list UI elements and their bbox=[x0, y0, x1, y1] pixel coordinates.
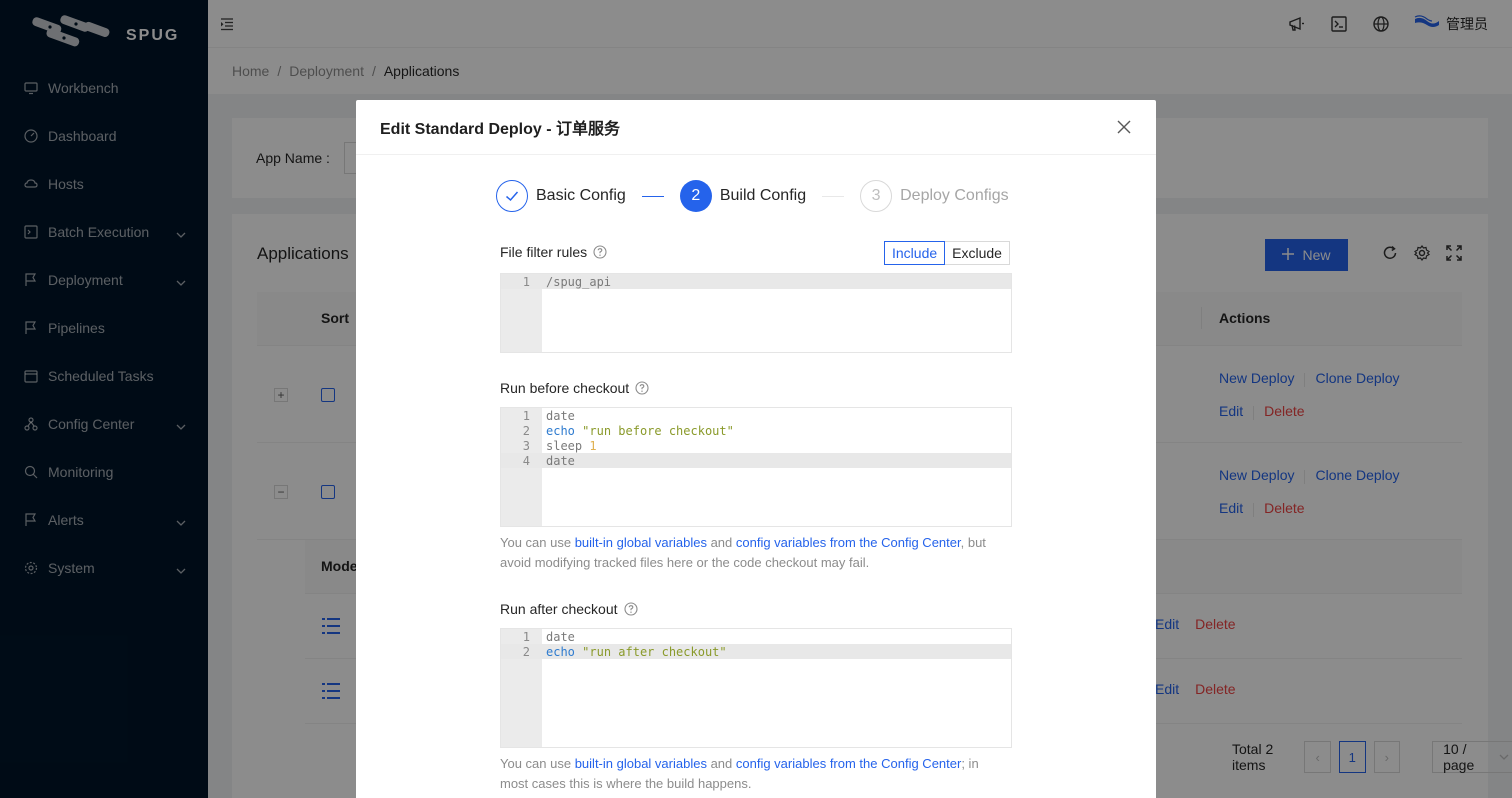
code-text: date bbox=[546, 408, 575, 423]
step-deploy-configs[interactable]: 3 Deploy Configs bbox=[860, 180, 1009, 212]
step-build-config[interactable]: 2 Build Config bbox=[679, 180, 807, 212]
edit-deploy-modal: Edit Standard Deploy - 订单服务 Basic Config… bbox=[356, 100, 1156, 798]
steps: Basic Config 2 Build Config 3 Deploy Con… bbox=[496, 179, 1016, 213]
line-number: 1 bbox=[522, 274, 530, 289]
check-icon bbox=[496, 180, 528, 212]
step-basic-config[interactable]: Basic Config bbox=[496, 180, 626, 212]
config-variables-link[interactable]: config variables from the Config Center bbox=[736, 535, 961, 550]
run-after-checkout-editor[interactable]: 1 date 2 echo "run after checkout" bbox=[500, 628, 1012, 748]
line-number: 4 bbox=[522, 453, 530, 468]
run-after-label-text: Run after checkout bbox=[500, 601, 618, 617]
code-line: 4 date bbox=[501, 453, 1011, 468]
code-line: 1 date bbox=[501, 408, 1011, 423]
modal-header: Edit Standard Deploy - 订单服务 bbox=[356, 100, 1156, 155]
file-filter-label-text: File filter rules bbox=[500, 244, 588, 260]
run-before-checkout-editor[interactable]: 1 date 2 echo "run before checkout" 3 sleep… bbox=[500, 407, 1012, 527]
run-after-checkout-label: Run after checkout bbox=[500, 601, 638, 617]
code-line: 2 echo "run after checkout" bbox=[501, 644, 1011, 659]
line-number: 1 bbox=[522, 629, 530, 644]
filter-mode-toggle: Include Exclude bbox=[884, 241, 1010, 265]
code-text: date bbox=[546, 453, 575, 468]
question-circle-icon[interactable] bbox=[593, 245, 607, 259]
close-icon[interactable] bbox=[1116, 119, 1132, 135]
line-number: 2 bbox=[522, 423, 530, 438]
run-after-hint: You can use built-in global variables an… bbox=[500, 754, 1000, 794]
step-label: Build Config bbox=[719, 187, 807, 204]
step-number: 3 bbox=[860, 180, 893, 212]
code-line: 1 /spug_api bbox=[501, 274, 1011, 289]
run-before-hint: You can use built-in global variables an… bbox=[500, 533, 1000, 573]
code-text: echo "run after checkout" bbox=[546, 644, 727, 659]
code-text: sleep 1 bbox=[546, 438, 597, 453]
code-line: 3 sleep 1 bbox=[501, 438, 1011, 453]
line-number: 1 bbox=[522, 408, 530, 423]
modal-title: Edit Standard Deploy - 订单服务 bbox=[380, 121, 621, 138]
hint-text: and bbox=[706, 756, 736, 771]
run-before-checkout-label: Run before checkout bbox=[500, 380, 649, 396]
hint-text: and bbox=[706, 535, 736, 550]
line-number: 3 bbox=[522, 438, 530, 453]
global-variables-link[interactable]: built-in global variables bbox=[575, 535, 707, 550]
hint-text: You can use bbox=[500, 756, 575, 771]
code-line: 1 date bbox=[501, 629, 1011, 644]
step-label: Deploy Configs bbox=[900, 187, 1009, 204]
step-label: Basic Config bbox=[536, 187, 626, 204]
question-circle-icon[interactable] bbox=[623, 602, 638, 616]
line-number: 2 bbox=[522, 644, 530, 659]
code-text: echo "run before checkout" bbox=[546, 423, 734, 438]
global-variables-link[interactable]: built-in global variables bbox=[575, 756, 707, 771]
run-before-label-text: Run before checkout bbox=[500, 380, 630, 396]
code-text: /spug_api bbox=[546, 274, 612, 289]
include-option[interactable]: Include bbox=[884, 241, 946, 265]
code-text: date bbox=[546, 629, 575, 644]
step-connector bbox=[641, 195, 664, 197]
code-line: 2 echo "run before checkout" bbox=[501, 423, 1011, 438]
step-connector bbox=[822, 195, 845, 197]
file-filter-editor[interactable]: 1 /spug_api bbox=[500, 273, 1012, 353]
step-number: 2 bbox=[679, 180, 712, 212]
hint-text: You can use bbox=[500, 535, 575, 550]
file-filter-label: File filter rules bbox=[500, 244, 607, 260]
config-variables-link[interactable]: config variables from the Config Center bbox=[736, 756, 961, 771]
question-circle-icon[interactable] bbox=[635, 381, 649, 395]
exclude-option[interactable]: Exclude bbox=[945, 241, 1010, 265]
